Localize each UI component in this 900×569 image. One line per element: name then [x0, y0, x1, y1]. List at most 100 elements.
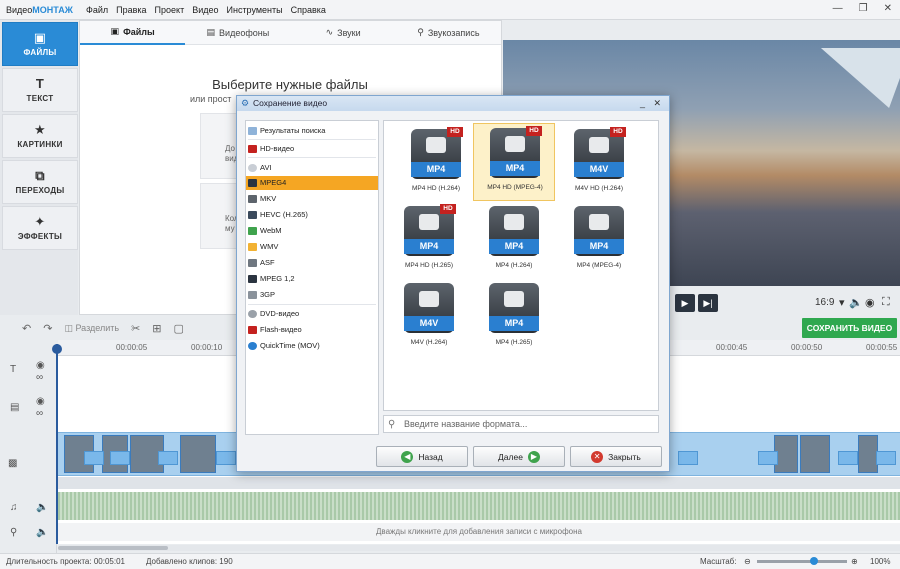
format-item-quicktime[interactable]: QuickTime (MOV) — [246, 339, 378, 353]
format-item-dvd[interactable]: DVD-видео — [246, 307, 378, 321]
aspect-ratio-select[interactable]: 16:9 — [815, 297, 834, 308]
effects-markers-track[interactable] — [58, 477, 900, 489]
menu-video[interactable]: Видео — [192, 5, 226, 15]
tab-files[interactable]: ▣ Файлы — [80, 21, 186, 45]
format-item-flash[interactable]: Flash-видео — [246, 323, 378, 337]
nav-effects[interactable]: ✦ ЭФФЕКТЫ — [2, 206, 78, 250]
link-icon[interactable]: ∞ — [36, 408, 43, 419]
track-headers: T ◉ ∞ ▤ ◉ ∞ ▩ ♫ 🔈 ⚲ 🔈 — [0, 356, 57, 556]
menu-tools[interactable]: Инструменты — [227, 5, 291, 15]
undo-icon[interactable]: ↶ — [22, 322, 31, 335]
preset-mp4-hd-h265[interactable]: MP4 HD MP4 HD (H.265) — [388, 202, 470, 280]
transition-block[interactable] — [838, 451, 858, 465]
nav-files[interactable]: ▣ ФАЙЛЫ — [2, 22, 78, 66]
volume-icon[interactable]: 🔈 — [36, 527, 48, 538]
zoom-slider-handle[interactable] — [810, 557, 818, 565]
minimize-icon[interactable]: _ — [640, 96, 645, 111]
eye-icon[interactable]: ◉ — [36, 360, 45, 371]
arrow-left-icon: ◀ — [401, 450, 414, 463]
maximize-icon[interactable]: ❐ — [859, 3, 868, 14]
preset-mp4-hd-h264[interactable]: MP4 HD MP4 HD (H.264) — [395, 125, 477, 203]
format-item-search-results[interactable]: Результаты поиска — [246, 124, 378, 138]
minimize-icon[interactable]: — — [833, 3, 843, 14]
asf-icon — [248, 259, 257, 267]
preset-mp4-h265[interactable]: MP4 MP4 (H.265) — [473, 279, 555, 357]
format-item-webm[interactable]: WebM — [246, 224, 378, 238]
eye-icon[interactable]: ◉ — [36, 396, 45, 407]
menu-file[interactable]: Файл — [86, 5, 116, 15]
video-clip[interactable] — [858, 435, 878, 473]
zoom-label: Масштаб: — [700, 557, 737, 566]
folder-icon: ▣ — [33, 30, 47, 45]
format-item-hevc[interactable]: HEVC (H.265) — [246, 208, 378, 222]
scissors-icon[interactable]: ✂ — [131, 322, 140, 335]
music-icon: ♫ — [10, 502, 18, 513]
close-button[interactable]: ✕ Закрыть — [570, 446, 662, 467]
frame-icon[interactable]: ▢ — [174, 322, 184, 335]
audio-waveform[interactable] — [58, 492, 900, 520]
nav-text[interactable]: T ТЕКСТ — [2, 68, 78, 112]
format-item-mkv[interactable]: MKV — [246, 192, 378, 206]
preset-m4v-h264[interactable]: M4V M4V (H.264) — [388, 279, 470, 357]
transition-block[interactable] — [758, 451, 778, 465]
next-frame-button[interactable]: ▶| — [698, 294, 718, 312]
preset-mp4-hd-mpeg4[interactable]: MP4 HD MP4 HD (MPEG-4) — [473, 123, 555, 201]
chevron-down-icon[interactable]: ▾ — [839, 296, 845, 309]
nav-transitions[interactable]: ⧉ ПЕРЕХОДЫ — [2, 160, 78, 204]
gear-icon: ⚙ — [241, 98, 250, 108]
close-icon[interactable]: ✕ — [653, 96, 661, 111]
format-item-3gp[interactable]: 3GP — [246, 288, 378, 302]
playhead[interactable] — [52, 344, 62, 544]
transitions-icon: ⧉ — [35, 168, 45, 183]
zoom-out-icon[interactable]: ⊖ — [744, 557, 751, 566]
close-icon[interactable]: ✕ — [884, 3, 892, 14]
format-item-mpeg12[interactable]: MPEG 1,2 — [246, 272, 378, 286]
dvd-icon — [248, 310, 257, 318]
fullscreen-icon[interactable]: ⛶ — [882, 296, 890, 309]
menu-project[interactable]: Проект — [155, 5, 193, 15]
transition-block[interactable] — [678, 451, 698, 465]
nav-pictures[interactable]: ★ КАРТИНКИ — [2, 114, 78, 158]
link-icon[interactable]: ∞ — [36, 372, 43, 383]
transition-block[interactable] — [158, 451, 178, 465]
format-search-input[interactable]: ⚲ Введите название формата... — [383, 415, 659, 433]
ruler-tick: 00:00:05 — [116, 343, 148, 352]
transition-block[interactable] — [876, 451, 896, 465]
menu-edit[interactable]: Правка — [116, 5, 154, 15]
ruler-tick: 00:00:45 — [716, 343, 748, 352]
play-button[interactable]: ▶ — [675, 294, 695, 312]
transition-block[interactable] — [84, 451, 104, 465]
transition-block[interactable] — [216, 451, 236, 465]
microphone-icon: ⚲ — [10, 527, 18, 538]
format-item-asf[interactable]: ASF — [246, 256, 378, 270]
preset-mp4-mpeg4[interactable]: MP4 MP4 (MPEG-4) — [558, 202, 640, 280]
next-button[interactable]: Далее ▶ — [473, 446, 565, 467]
zoom-in-icon[interactable]: ⊕ — [851, 557, 858, 566]
zoom-slider[interactable] — [757, 560, 847, 563]
redo-icon[interactable]: ↷ — [43, 322, 52, 335]
format-item-avi[interactable]: AVI — [246, 161, 378, 175]
timeline-scrollbar[interactable] — [58, 545, 900, 551]
tab-sounds[interactable]: ∿ Звуки — [291, 21, 396, 45]
video-clip[interactable] — [800, 435, 830, 473]
menu-help[interactable]: Справка — [291, 5, 334, 15]
preset-m4v-hd-h264[interactable]: M4V HD M4V HD (H.264) — [558, 125, 640, 203]
menu-bar: Файл Правка Проект Видео Инструменты Спр… — [86, 5, 334, 15]
volume-icon[interactable]: 🔈 — [36, 502, 48, 513]
format-item-mpeg4[interactable]: MPEG4 — [246, 176, 378, 190]
save-video-button[interactable]: СОХРАНИТЬ ВИДЕО — [802, 318, 897, 338]
transition-block[interactable] — [110, 451, 130, 465]
video-clip[interactable] — [180, 435, 216, 473]
volume-icon[interactable]: 🔈 — [849, 296, 863, 309]
split-button[interactable]: ◫ Разделить — [64, 323, 119, 334]
preset-mp4-h264[interactable]: MP4 MP4 (H.264) — [473, 202, 555, 280]
format-item-wmv[interactable]: WMV — [246, 240, 378, 254]
scrollbar-thumb[interactable] — [58, 546, 168, 550]
back-button[interactable]: ◀ Назад — [376, 446, 468, 467]
camera-icon[interactable]: ◉ — [865, 296, 875, 309]
crop-icon[interactable]: ⊞ — [152, 322, 161, 335]
format-item-hd-video[interactable]: HD-видео — [246, 142, 378, 156]
tab-recording[interactable]: ⚲ Звукозапись — [396, 21, 501, 45]
mic-track-hint[interactable]: Дважды кликните для добавления записи с … — [58, 523, 900, 541]
tab-backgrounds[interactable]: ▤ Видеофоны — [185, 21, 290, 45]
